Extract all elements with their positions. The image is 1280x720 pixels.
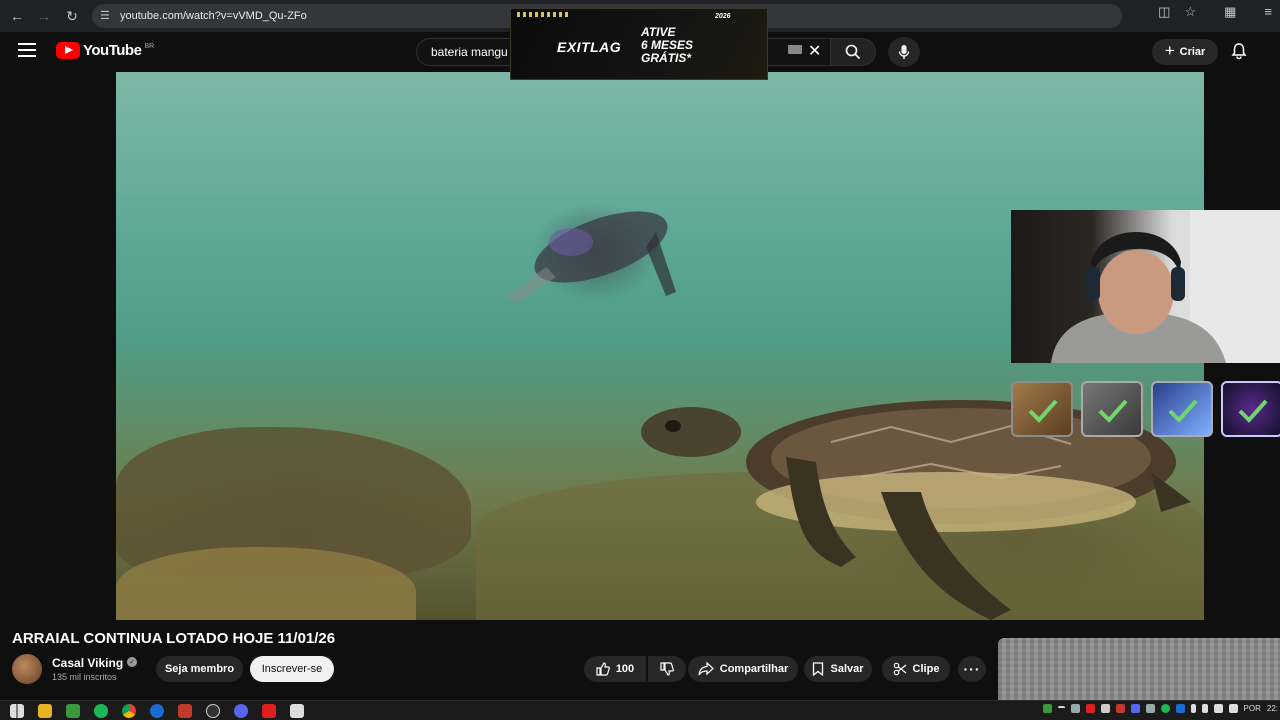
forward-icon[interactable]: → — [30, 2, 58, 30]
install-app-icon[interactable]: ◫ — [1158, 4, 1170, 20]
channel-row: Casal Viking ✓ 135 mil inscritos Seja me… — [12, 654, 1012, 684]
check-icon — [1028, 399, 1058, 423]
subscribe-button[interactable]: Inscrever-se — [250, 656, 334, 682]
search-button[interactable] — [830, 38, 876, 66]
join-button[interactable]: Seja membro — [156, 656, 243, 682]
menu-icon[interactable] — [18, 43, 36, 57]
ad-tag: 2026 — [715, 13, 731, 20]
save-button[interactable]: Salvar — [804, 656, 872, 682]
ad-offer: ATIVE 6 MESES GRÁTIS* — [641, 26, 693, 65]
site-info-icon[interactable]: ☰ — [100, 9, 110, 22]
bookmark-icon — [813, 662, 824, 676]
check-icon — [1238, 399, 1268, 423]
ad-offer-line3: GRÁTIS* — [641, 51, 692, 65]
tray-icon[interactable] — [1042, 704, 1052, 713]
extensions-icon[interactable]: ▦ — [1224, 4, 1236, 20]
channel-avatar[interactable] — [12, 654, 42, 684]
channel-name[interactable]: Casal Viking — [52, 656, 123, 670]
subscribe-label: Inscrever-se — [261, 663, 323, 675]
create-button[interactable]: + Criar — [1152, 39, 1218, 65]
ad-brand: EXITLAG — [557, 39, 622, 55]
create-label: Criar — [1179, 46, 1206, 58]
tray-icon[interactable] — [1175, 704, 1185, 713]
check-icon — [1098, 399, 1128, 423]
clock[interactable]: 22: — [1267, 704, 1278, 713]
like-button[interactable]: 100 — [584, 656, 646, 682]
app-icon[interactable] — [178, 704, 192, 718]
language-indicator[interactable]: POR — [1244, 704, 1261, 713]
clip-button[interactable]: Clipe — [882, 656, 950, 682]
subscriber-count: 135 mil inscritos — [52, 672, 117, 682]
reload-icon[interactable]: ↻ — [58, 2, 86, 30]
tray-icon[interactable] — [1130, 704, 1140, 713]
tray-icon[interactable] — [1085, 704, 1095, 713]
tray-icon[interactable] — [1100, 704, 1110, 713]
verified-icon: ✓ — [127, 657, 137, 667]
tray-icon[interactable] — [1160, 704, 1170, 713]
achievement-badges — [1011, 381, 1280, 439]
pixelated-overlay — [998, 638, 1280, 700]
check-icon — [1168, 399, 1198, 423]
badge-2 — [1081, 381, 1143, 437]
snorkeler-figure — [506, 211, 676, 304]
logo-text: YouTube — [83, 42, 142, 59]
share-label: Compartilhar — [719, 663, 789, 675]
microphone-icon — [898, 45, 910, 59]
search-icon — [845, 44, 861, 60]
share-icon — [698, 662, 714, 676]
youtube-play-icon — [56, 42, 80, 59]
scissors-icon — [893, 662, 906, 676]
tab-search-icon[interactable]: ≡ — [1264, 4, 1272, 20]
thumbs-down-icon — [660, 662, 674, 676]
thumbs-up-icon — [596, 662, 610, 676]
clip-label: Clipe — [912, 663, 940, 675]
xbox-icon[interactable] — [66, 704, 80, 718]
notifications-icon[interactable] — [1230, 42, 1248, 65]
badge-1 — [1011, 381, 1073, 437]
file-explorer-icon[interactable] — [38, 704, 52, 718]
tray-icon[interactable] — [1070, 704, 1080, 713]
back-icon[interactable]: ← — [3, 2, 31, 30]
sponsor-banner[interactable]: 2026 EXITLAG ATIVE 6 MESES GRÁTIS* — [510, 8, 768, 80]
badge-3 — [1151, 381, 1213, 437]
network-icon[interactable] — [1213, 704, 1223, 713]
video-title: ARRAIAL CONTINUA LOTADO HOJE 11/01/26 — [12, 630, 336, 647]
webcam-overlay — [1011, 210, 1280, 363]
system-tray: POR 22: — [1042, 704, 1280, 713]
dislike-button[interactable] — [648, 656, 686, 682]
voice-search-button[interactable] — [888, 37, 920, 67]
more-actions-icon[interactable]: ··· — [958, 656, 986, 682]
chevron-up-icon[interactable] — [1057, 706, 1065, 711]
windows-start-icon[interactable] — [10, 704, 24, 718]
obs-icon[interactable] — [206, 704, 220, 718]
like-count: 100 — [615, 663, 635, 675]
keyboard-icon[interactable] — [788, 45, 802, 54]
app-icon[interactable] — [290, 704, 304, 718]
discord-icon[interactable] — [234, 704, 248, 718]
steam-icon[interactable] — [150, 704, 164, 718]
clear-search-icon[interactable]: ✕ — [808, 41, 821, 61]
youtube-logo[interactable]: YouTube BR — [56, 42, 154, 59]
volume-icon[interactable] — [1228, 704, 1238, 713]
save-label: Salvar — [830, 663, 864, 675]
plus-icon: + — [1164, 41, 1175, 60]
microphone-icon[interactable] — [1190, 704, 1196, 713]
taskbar: POR 22: — [0, 700, 1280, 720]
address-text: youtube.com/watch?v=vVMD_Qu-ZFo — [120, 10, 307, 22]
decorative-stripe — [517, 12, 571, 17]
badge-4 — [1221, 381, 1280, 437]
battery-icon[interactable] — [1201, 704, 1208, 713]
logo-country: BR — [144, 43, 155, 50]
tray-icon[interactable] — [1115, 704, 1125, 713]
join-label: Seja membro — [164, 663, 235, 675]
chrome-icon[interactable] — [122, 704, 136, 718]
streamer-figure — [1051, 232, 1226, 363]
share-button[interactable]: Compartilhar — [688, 656, 798, 682]
tray-icon[interactable] — [1145, 704, 1155, 713]
search-text: bateria mangu — [431, 45, 508, 59]
bookmark-star-icon[interactable]: ☆ — [1184, 4, 1196, 20]
kick-icon[interactable] — [262, 704, 276, 718]
spotify-icon[interactable] — [94, 704, 108, 718]
